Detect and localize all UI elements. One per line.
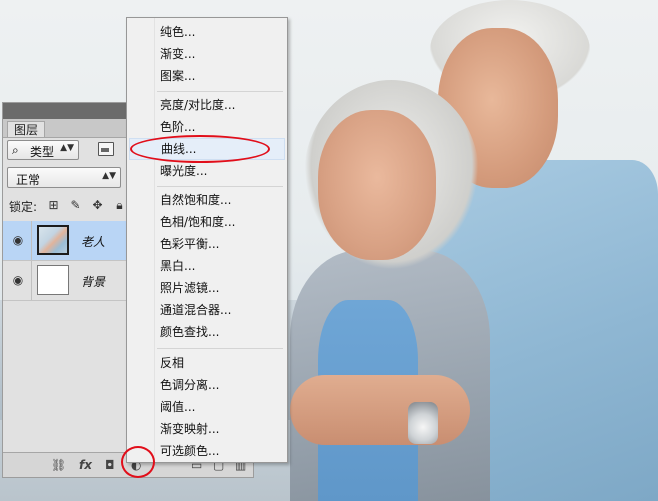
divider <box>31 261 32 300</box>
eye-icon[interactable]: ◉ <box>11 274 25 286</box>
lock-move-icon[interactable]: ✥ <box>91 199 104 212</box>
link-icon[interactable]: ⛓ <box>51 458 66 472</box>
chevron-updown-icon: ▲▼ <box>102 171 116 181</box>
image-filter-icon[interactable] <box>98 142 114 156</box>
filter-label: 类型 <box>30 145 55 159</box>
menu-item-photo-filter[interactable]: 照片滤镜... <box>129 277 285 299</box>
wristwatch <box>408 402 438 444</box>
mask-icon[interactable]: ◘ <box>105 458 115 472</box>
menu-item-selective-color[interactable]: 可选颜色... <box>129 440 285 462</box>
menu-item-hue-saturation[interactable]: 色相/饱和度... <box>129 211 285 233</box>
tab-layers[interactable]: 图层 <box>7 121 46 137</box>
arms <box>290 375 470 445</box>
blend-mode-select[interactable]: 正常 ▲▼ <box>7 167 121 188</box>
menu-item-posterize[interactable]: 色调分离... <box>129 374 285 396</box>
chevron-updown-icon: ▲▼ <box>60 143 74 153</box>
menu-item-gradient[interactable]: 渐变... <box>129 43 285 65</box>
lock-paint-icon[interactable]: ✎ <box>69 199 82 212</box>
lock-transparent-icon[interactable]: ⊞ <box>47 199 60 212</box>
menu-item-invert[interactable]: 反相 <box>129 352 285 374</box>
menu-item-gradient-map[interactable]: 渐变映射... <box>129 418 285 440</box>
eye-icon[interactable]: ◉ <box>11 234 25 246</box>
menu-item-brightness-contrast[interactable]: 亮度/对比度... <box>129 94 285 116</box>
menu-item-vibrance[interactable]: 自然饱和度... <box>129 189 285 211</box>
menu-item-color-lookup[interactable]: 颜色查找... <box>129 321 285 343</box>
menu-separator <box>157 91 283 92</box>
menu-separator <box>157 348 283 349</box>
blend-mode-value: 正常 <box>16 173 41 187</box>
menu-item-solid-color[interactable]: 纯色... <box>129 21 285 43</box>
adjustment-layer-menu: 纯色... 渐变... 图案... 亮度/对比度... 色阶... 曲线... … <box>126 17 288 463</box>
layer-filter-select[interactable]: ⌕ 类型 ▲▼ <box>7 140 79 160</box>
layer-name: 老人 <box>81 235 106 249</box>
lock-label: 锁定: <box>9 200 38 214</box>
lock-all-icon[interactable]: 🔒︎ <box>113 199 126 212</box>
menu-item-channel-mixer[interactable]: 通道混合器... <box>129 299 285 321</box>
divider <box>31 221 32 260</box>
menu-item-pattern[interactable]: 图案... <box>129 65 285 87</box>
menu-item-exposure[interactable]: 曝光度... <box>129 160 285 182</box>
menu-item-curves[interactable]: 曲线... <box>129 138 285 160</box>
menu-item-levels[interactable]: 色阶... <box>129 116 285 138</box>
woman-face <box>318 110 436 260</box>
menu-separator <box>157 186 283 187</box>
search-icon: ⌕ <box>12 143 19 157</box>
lock-row: 锁定: ⊞ ✎ ✥ 🔒︎ <box>7 197 131 215</box>
layer-thumbnail <box>37 265 69 295</box>
menu-item-threshold[interactable]: 阈值... <box>129 396 285 418</box>
menu-item-black-white[interactable]: 黑白... <box>129 255 285 277</box>
layer-thumbnail <box>37 225 69 255</box>
fx-icon[interactable]: fx <box>79 458 92 472</box>
layer-name: 背景 <box>81 275 106 289</box>
menu-item-color-balance[interactable]: 色彩平衡... <box>129 233 285 255</box>
